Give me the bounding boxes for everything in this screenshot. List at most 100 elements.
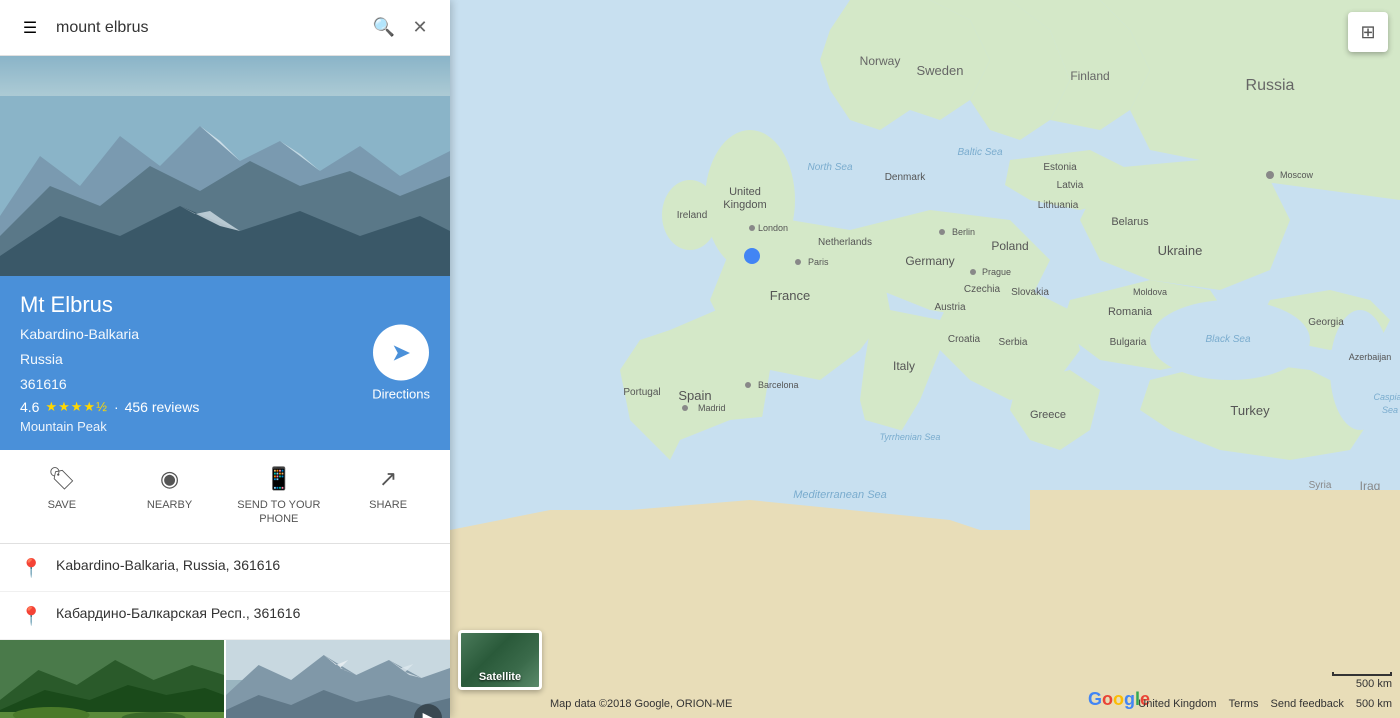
svg-text:Madrid: Madrid [698, 403, 726, 413]
svg-text:Slovakia: Slovakia [1011, 287, 1049, 298]
address-ru-row: 📍 Кабардино-Балкарская Респ., 361616 [0, 592, 450, 640]
save-button[interactable]: 🏷 SAVE [22, 466, 102, 527]
svg-text:Latvia: Latvia [1057, 180, 1084, 191]
details-section: 📍 Kabardino-Balkaria, Russia, 361616 📍 К… [0, 544, 450, 640]
search-input[interactable] [56, 19, 366, 37]
search-bar: ☰ 🔍 ✕ [0, 0, 450, 56]
rating-row: 4.6 ★★★★½ · 456 reviews [20, 399, 430, 415]
google-logo-g: G [1088, 689, 1102, 709]
nearby-icon: ◉ [160, 466, 179, 492]
scale-bar: 500 km [1332, 672, 1392, 690]
svg-text:Baltic Sea: Baltic Sea [957, 147, 1002, 158]
svg-text:France: France [770, 288, 810, 303]
scale-label: 500 km [1356, 698, 1392, 710]
svg-text:Syria: Syria [1309, 480, 1332, 491]
svg-text:Georgia: Georgia [1308, 317, 1344, 328]
svg-text:Azerbaijan: Azerbaijan [1349, 352, 1392, 362]
svg-text:Germany: Germany [905, 254, 954, 268]
directions-circle: ➤ [373, 325, 429, 381]
hero-image [0, 56, 450, 276]
svg-text:Kingdom: Kingdom [723, 199, 766, 211]
svg-text:Barcelona: Barcelona [758, 380, 799, 390]
rating-value: 4.6 [20, 399, 39, 415]
place-type: Mountain Peak [20, 419, 430, 434]
svg-text:London: London [758, 223, 788, 233]
svg-text:Belarus: Belarus [1111, 216, 1149, 228]
svg-text:Ukraine: Ukraine [1158, 243, 1203, 258]
svg-text:Bulgaria: Bulgaria [1110, 337, 1147, 348]
svg-text:Estonia: Estonia [1043, 162, 1077, 173]
directions-label: Directions [372, 387, 430, 402]
photo-thumb-1 [0, 640, 224, 718]
location-pin-icon: 📍 [20, 558, 40, 579]
map-data-label: Map data ©2018 Google, ORION-ME [550, 698, 732, 710]
satellite-preview: Satellite [461, 633, 539, 687]
photos-strip[interactable]: ▶ Photos [0, 640, 450, 718]
address-en-row: 📍 Kabardino-Balkaria, Russia, 361616 [0, 544, 450, 592]
svg-text:United: United [729, 186, 761, 198]
menu-icon: ☰ [23, 18, 37, 38]
svg-text:Sea: Sea [1382, 405, 1398, 415]
svg-text:Romania: Romania [1108, 306, 1153, 318]
svg-text:Turkey: Turkey [1230, 403, 1270, 418]
search-input-container [56, 19, 366, 37]
save-icon: 🏷 [48, 466, 76, 492]
scale-line [1332, 672, 1392, 676]
united-kingdom-label: United Kingdom [1138, 698, 1216, 710]
action-buttons: 🏷 SAVE ◉ NEARBY 📱 SEND TO YOUR PHONE ↗ S… [0, 450, 450, 544]
svg-text:Prague: Prague [982, 267, 1011, 277]
share-icon: ↗ [379, 466, 397, 492]
search-button[interactable]: 🔍 [366, 10, 402, 46]
nearby-label: NEARBY [147, 498, 192, 512]
place-region: Kabardino-Balkaria [20, 324, 430, 345]
svg-text:Lithuania: Lithuania [1038, 200, 1079, 211]
svg-text:Portugal: Portugal [623, 387, 660, 398]
place-postal: 361616 [20, 374, 430, 395]
share-button[interactable]: ↗ SHARE [348, 466, 428, 527]
satellite-toggle[interactable]: Satellite [458, 630, 542, 690]
apps-icon: ⊞ [1360, 22, 1375, 43]
save-label: SAVE [48, 498, 77, 512]
apps-button[interactable]: ⊞ [1348, 12, 1388, 52]
svg-text:Paris: Paris [808, 257, 829, 267]
address-en-text: Kabardino-Balkaria, Russia, 361616 [56, 556, 280, 576]
satellite-label: Satellite [479, 671, 521, 683]
svg-text:Berlin: Berlin [952, 227, 975, 237]
svg-text:Denmark: Denmark [885, 172, 927, 183]
directions-arrow-icon: ➤ [391, 338, 411, 367]
send-feedback-link[interactable]: Send feedback [1271, 698, 1344, 710]
send-to-phone-button[interactable]: 📱 SEND TO YOUR PHONE [237, 466, 320, 527]
svg-text:North Sea: North Sea [807, 162, 852, 173]
directions-button[interactable]: ➤ Directions [372, 325, 430, 402]
scale-text: 500 km [1356, 678, 1392, 690]
svg-text:Czechia: Czechia [964, 284, 1001, 295]
svg-text:Ireland: Ireland [677, 210, 708, 221]
svg-text:Tyrrhenian Sea: Tyrrhenian Sea [880, 432, 941, 442]
place-name: Mt Elbrus [20, 292, 430, 318]
svg-text:Croatia: Croatia [948, 334, 981, 345]
map-area[interactable]: Sweden Norway Finland Russia United King… [450, 0, 1400, 718]
share-label: SHARE [369, 498, 407, 512]
nearby-button[interactable]: ◉ NEARBY [130, 466, 210, 527]
menu-button[interactable]: ☰ [12, 10, 48, 46]
left-panel: ☰ 🔍 ✕ Mt Elbrus [0, 0, 450, 718]
clear-icon: ✕ [412, 17, 427, 38]
terms-link[interactable]: Terms [1229, 698, 1259, 710]
svg-text:Netherlands: Netherlands [818, 237, 872, 248]
svg-text:Serbia: Serbia [999, 337, 1028, 348]
send-label: SEND TO YOUR PHONE [237, 498, 320, 527]
stars: ★★★★½ [45, 399, 107, 415]
svg-text:Mediterranean Sea: Mediterranean Sea [793, 489, 887, 501]
svg-text:Black Sea: Black Sea [1205, 334, 1250, 345]
svg-text:Caspian: Caspian [1373, 392, 1400, 402]
map-svg: Sweden Norway Finland Russia United King… [450, 0, 1400, 718]
location-pin-icon-2: 📍 [20, 606, 40, 627]
google-logo-o2: o [1113, 689, 1124, 709]
review-count[interactable]: · [114, 399, 119, 415]
review-count-text[interactable]: 456 reviews [125, 399, 200, 415]
clear-button[interactable]: ✕ [402, 10, 438, 46]
svg-text:Moldova: Moldova [1133, 287, 1167, 297]
search-icon: 🔍 [373, 17, 395, 38]
google-logo-o1: o [1102, 689, 1113, 709]
address-ru-text: Кабардино-Балкарская Респ., 361616 [56, 604, 300, 624]
